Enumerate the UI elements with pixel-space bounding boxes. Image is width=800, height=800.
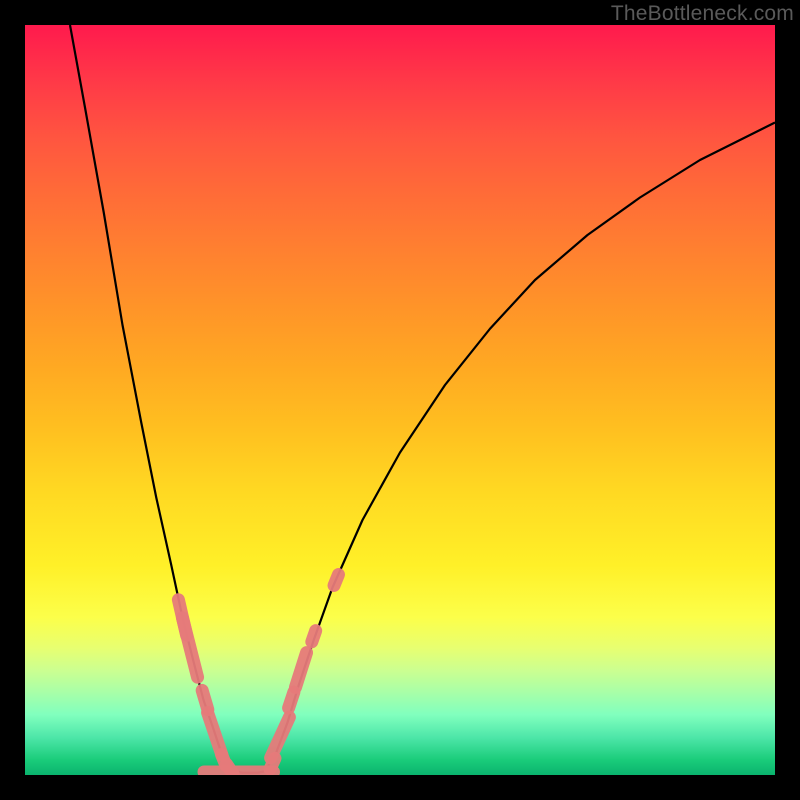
chart-container: TheBottleneck.com [0,0,800,800]
plot-area [25,25,775,775]
watermark-text: TheBottleneck.com [611,2,794,26]
curve-path [70,25,775,773]
curve-svg [25,25,775,775]
data-markers [171,566,347,775]
